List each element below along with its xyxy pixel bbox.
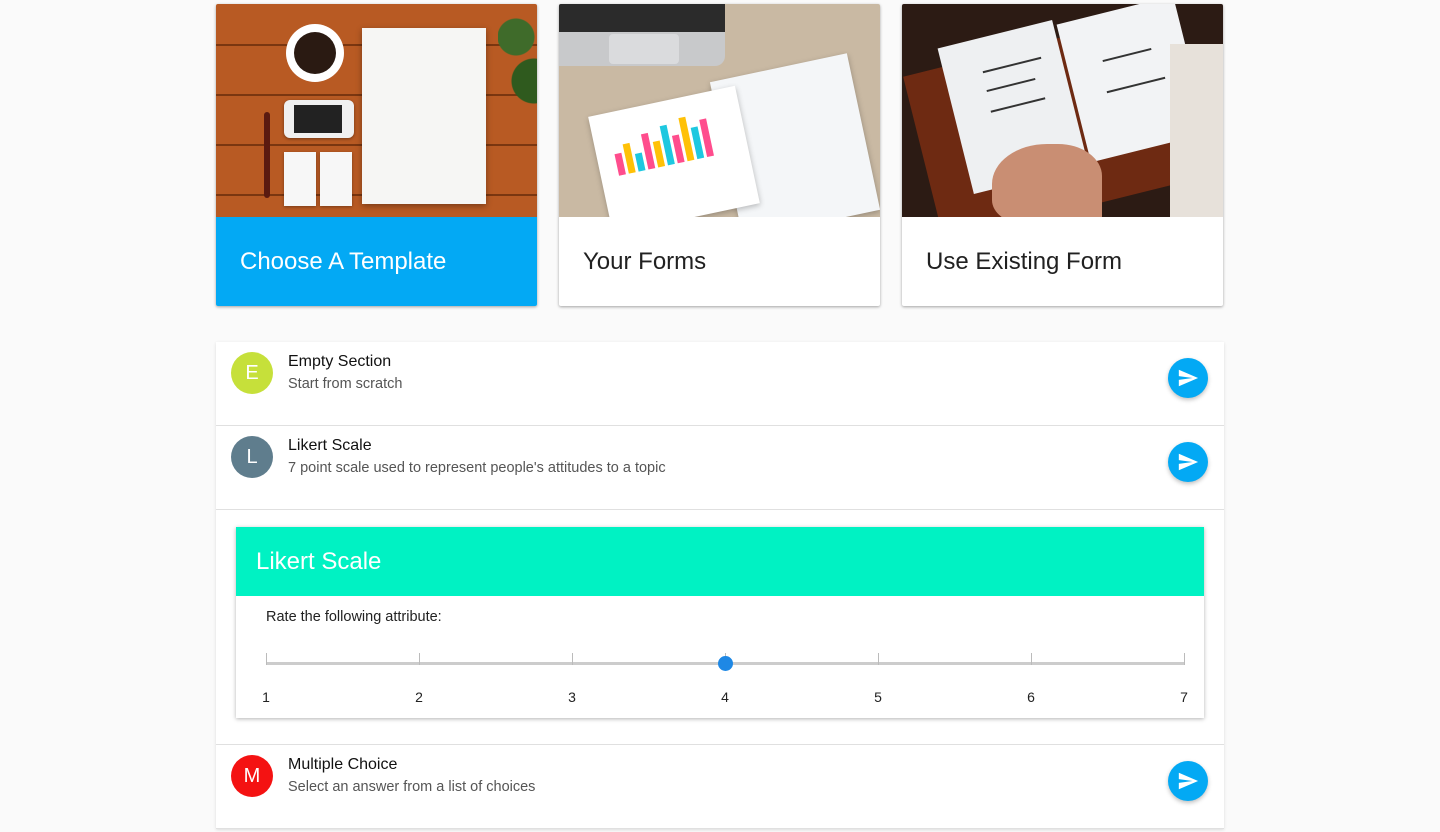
page: Choose A Template Your Forms Use Existin… <box>0 0 1440 832</box>
likert-slider[interactable]: 1 2 3 4 5 6 7 <box>262 651 1188 711</box>
business-card <box>320 152 352 206</box>
list-item[interactable]: M Multiple Choice Select an answer from … <box>216 745 1224 829</box>
notebook-photo <box>902 4 1223 217</box>
slider-tick-label: 3 <box>568 689 576 705</box>
add-section-button[interactable] <box>1168 442 1208 482</box>
choose-template-card[interactable]: Choose A Template <box>216 4 537 306</box>
chart-sheet <box>588 85 760 217</box>
avatar: E <box>231 352 273 394</box>
charts-photo <box>559 4 880 217</box>
likert-preview: Likert Scale Rate the following attribut… <box>216 510 1224 745</box>
slider-tick <box>1031 653 1032 665</box>
leaves <box>498 4 537 114</box>
option-cards: Choose A Template Your Forms Use Existin… <box>216 4 1223 306</box>
blank-paper <box>362 28 486 204</box>
slider-tick <box>572 653 573 665</box>
business-card <box>284 152 316 206</box>
list-item[interactable]: L Likert Scale 7 point scale used to rep… <box>216 426 1224 510</box>
card-label: Use Existing Form <box>926 247 1123 275</box>
send-icon <box>1178 369 1199 387</box>
likert-preview-title: Likert Scale <box>236 527 1204 596</box>
slider-tick <box>266 653 267 665</box>
avatar: M <box>231 755 273 797</box>
slider-tick-label: 1 <box>262 689 270 705</box>
slider-thumb[interactable] <box>718 656 733 671</box>
card-label: Choose A Template <box>216 217 537 306</box>
slider-tick-label: 2 <box>415 689 423 705</box>
desk-photo <box>216 4 537 217</box>
item-subtitle: Start from scratch <box>288 376 403 392</box>
list-item[interactable]: E Empty Section Start from scratch <box>216 342 1224 426</box>
likert-preview-panel: Likert Scale Rate the following attribut… <box>236 527 1204 718</box>
sleeve <box>1170 44 1223 217</box>
phone <box>284 100 354 138</box>
slider-tick-label: 7 <box>1180 689 1188 705</box>
coffee-cup <box>286 24 344 82</box>
slider-tick <box>1184 653 1185 665</box>
item-subtitle: 7 point scale used to represent people's… <box>288 460 666 476</box>
trackpad <box>609 34 679 64</box>
add-section-button[interactable] <box>1168 358 1208 398</box>
item-subtitle: Select an answer from a list of choices <box>288 779 536 795</box>
hand <box>992 144 1102 217</box>
section-list: E Empty Section Start from scratch L Lik… <box>216 342 1224 829</box>
slider-tick-label: 5 <box>874 689 882 705</box>
card-label: Your Forms <box>583 247 707 275</box>
your-forms-card[interactable]: Your Forms <box>559 4 880 306</box>
send-icon <box>1178 772 1199 790</box>
send-icon <box>1178 453 1199 471</box>
pen <box>264 112 270 198</box>
item-title: Multiple Choice <box>288 756 398 773</box>
item-title: Empty Section <box>288 353 392 370</box>
avatar: L <box>231 436 273 478</box>
slider-tick-label: 6 <box>1027 689 1035 705</box>
item-title: Likert Scale <box>288 437 372 454</box>
use-existing-form-card[interactable]: Use Existing Form <box>902 4 1223 306</box>
add-section-button[interactable] <box>1168 761 1208 801</box>
slider-tick <box>878 653 879 665</box>
likert-prompt: Rate the following attribute: <box>266 609 442 625</box>
slider-tick-label: 4 <box>721 689 729 705</box>
slider-tick <box>419 653 420 665</box>
